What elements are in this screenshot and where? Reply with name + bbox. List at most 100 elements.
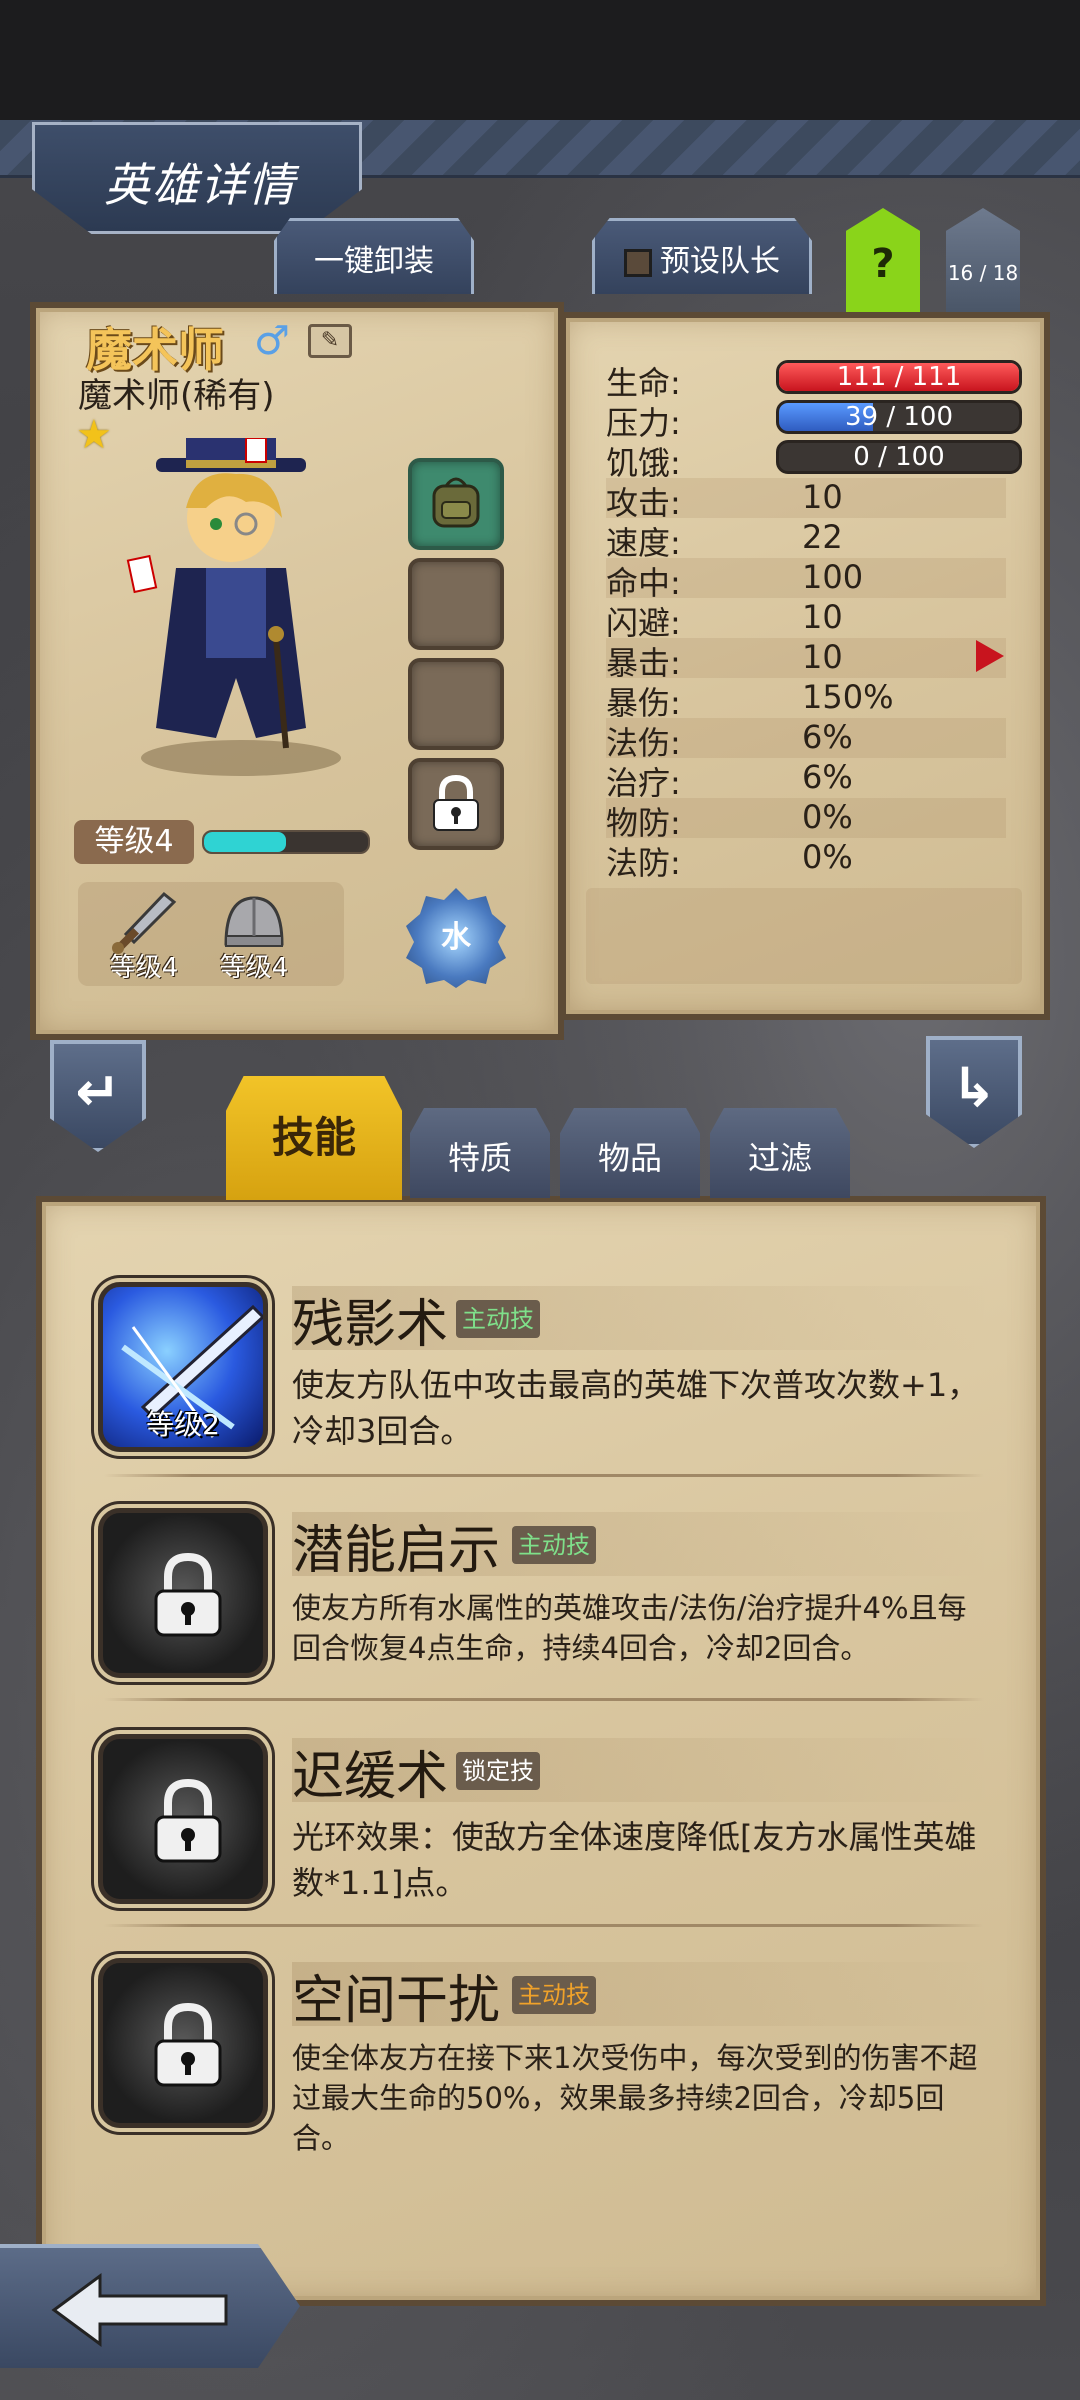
divider xyxy=(104,1698,984,1701)
tab-skills-label: 技能 xyxy=(271,1113,356,1162)
stat-row-hunger: 饥饿: 0 / 100 xyxy=(606,438,1022,482)
padlock-icon xyxy=(154,1552,222,1637)
water-element-icon: 水 xyxy=(406,888,506,988)
status-bar xyxy=(0,0,1080,120)
back-arrow-icon xyxy=(51,2273,228,2347)
stat-row-stress: 压力: 39 / 100 xyxy=(606,398,1022,442)
skill-description: 使友方队伍中攻击最高的英雄下次普攻次数+1，冷却3回合。 xyxy=(292,1366,980,1450)
stat-value: 22 xyxy=(802,518,843,556)
skill-type-badge: 锁定技 xyxy=(456,1752,540,1790)
equipment-slot-empty[interactable] xyxy=(408,658,504,750)
skill-description: 使友方所有水属性的英雄攻击/法伤/治疗提升4%且每回合恢复4点生命，持续4回合，… xyxy=(292,1591,967,1665)
tab-items-label: 物品 xyxy=(597,1139,662,1177)
equipment-slot-locked[interactable] xyxy=(408,758,504,850)
stat-row-healing: 治疗: 6% xyxy=(606,758,1006,802)
stat-row-speed: 速度: 22 xyxy=(606,518,1006,562)
title-plate: 英雄详情 xyxy=(32,122,362,234)
stats-footer-box xyxy=(586,888,1022,984)
space-interference-skill-icon[interactable] xyxy=(98,1958,268,2128)
xp-bar xyxy=(202,830,370,854)
tab-skills[interactable]: 技能 xyxy=(226,1076,402,1200)
stat-row-accuracy: 命中: 100 xyxy=(606,558,1006,602)
divider xyxy=(104,1924,984,1927)
stat-value: 0% xyxy=(802,798,853,836)
tab-traits-label: 特质 xyxy=(447,1139,512,1177)
page-title: 英雄详情 xyxy=(104,158,296,212)
padlock-icon xyxy=(412,762,500,846)
shadow-slash-skill-icon[interactable]: 等级2 xyxy=(98,1282,268,1452)
preset-leader-label: 预设队长 xyxy=(660,244,780,279)
arrow-right-icon: ↳ xyxy=(951,1056,997,1119)
male-icon: ♂ xyxy=(254,318,290,364)
tab-filter[interactable]: 过滤 xyxy=(710,1108,850,1198)
star-icon: ★ xyxy=(76,412,112,458)
weapon-level: 等级4 xyxy=(109,953,179,983)
backpack-slot[interactable] xyxy=(408,458,504,550)
skill-description: 使全体友方在接下来1次受伤中，每次受到的伤害不超过最大生命的50%，效果最多持续… xyxy=(292,2041,978,2155)
hero-count-label: 16 / 18 xyxy=(947,261,1019,285)
tab-filter-label: 过滤 xyxy=(747,1139,812,1177)
tab-traits[interactable]: 特质 xyxy=(410,1108,550,1198)
hp-value: 111 / 111 xyxy=(836,362,962,392)
backpack-icon xyxy=(412,462,500,546)
hero-level: 等级4 xyxy=(74,820,194,864)
stat-row-attack: 攻击: 10 xyxy=(606,478,1006,522)
stat-row-crit: 暴击: 10 xyxy=(606,638,1006,682)
stat-row-phys-def: 物防: 0% xyxy=(606,798,1006,842)
skill-name: 空间干扰 xyxy=(292,1971,501,2031)
stat-pointer-arrow-icon[interactable] xyxy=(976,640,1004,672)
stats-panel: 生命: 111 / 111 压力: 39 / 100 饥饿: 0 / 100 攻… xyxy=(560,312,1050,1020)
skill-name: 潜能启示 xyxy=(292,1521,501,1581)
arrow-left-icon: ↵ xyxy=(75,1060,121,1123)
stat-value: 10 xyxy=(802,478,843,516)
hunger-bar: 0 / 100 xyxy=(776,440,1022,474)
armor-slot[interactable]: 等级4 xyxy=(204,888,304,984)
hero-panel: 魔术师 ♂ ✎ 魔术师(稀有) ★ 等级4 等级4 等级4 水 xyxy=(30,302,564,1040)
padlock-icon xyxy=(154,1778,222,1863)
stat-row-magic-damage: 法伤: 6% xyxy=(606,718,1006,762)
stat-row-hp: 生命: 111 / 111 xyxy=(606,358,1022,402)
skill-description: 光环效果：使敌方全体速度降低[友方水属性英雄数*1.1]点。 xyxy=(292,1818,977,1902)
equipment-slot-empty[interactable] xyxy=(408,558,504,650)
help-label: ? xyxy=(871,241,895,287)
padlock-icon xyxy=(154,2002,222,2087)
stat-value: 10 xyxy=(802,638,843,676)
hero-portrait xyxy=(126,438,341,776)
skill-level: 等级2 xyxy=(146,1408,220,1441)
stat-value: 0% xyxy=(802,838,853,876)
stat-row-magic-def: 法防: 0% xyxy=(606,838,1006,882)
potential-skill-icon[interactable] xyxy=(98,1508,268,1678)
stat-row-crit-damage: 暴伤: 150% xyxy=(606,678,1006,722)
weapon-slot[interactable]: 等级4 xyxy=(94,888,194,984)
xp-bar-fill xyxy=(204,832,286,852)
skill-type-badge: 主动技 xyxy=(456,1300,540,1338)
skill-type-badge: 主动技 xyxy=(512,1976,596,2014)
back-button[interactable] xyxy=(0,2244,300,2368)
hp-bar: 111 / 111 xyxy=(776,360,1022,394)
slow-skill-icon[interactable] xyxy=(98,1734,268,1904)
hunger-value: 0 / 100 xyxy=(853,442,945,472)
skill-type-badge: 主动技 xyxy=(512,1526,596,1564)
stat-value: 150% xyxy=(802,678,894,716)
stat-value: 10 xyxy=(802,598,843,636)
skill-name: 迟缓术 xyxy=(292,1747,449,1807)
stat-value: 6% xyxy=(802,718,853,756)
unequip-all-label: 一键卸装 xyxy=(314,244,434,279)
stress-bar: 39 / 100 xyxy=(776,400,1022,434)
gear-box: 等级4 等级4 xyxy=(78,882,344,986)
tab-items[interactable]: 物品 xyxy=(560,1108,700,1198)
armor-level: 等级4 xyxy=(219,953,289,983)
divider xyxy=(104,1474,984,1477)
stat-label: 法防: xyxy=(606,844,681,882)
stat-value: 6% xyxy=(802,758,853,796)
preset-leader-toggle[interactable]: 预设队长 xyxy=(592,218,812,294)
skills-panel: 等级2 残影术 主动技 使友方队伍中攻击最高的英雄下次普攻次数+1，冷却3回合。… xyxy=(36,1196,1046,2306)
skill-name: 残影术 xyxy=(292,1295,449,1355)
unequip-all-button[interactable]: 一键卸装 xyxy=(274,218,474,294)
checkbox-icon[interactable] xyxy=(624,248,652,277)
stress-value: 39 / 100 xyxy=(845,402,953,432)
stat-row-dodge: 闪避: 10 xyxy=(606,598,1006,642)
hero-class-rarity: 魔术师(稀有) xyxy=(78,376,275,416)
edit-name-icon[interactable]: ✎ xyxy=(308,324,352,358)
stat-value: 100 xyxy=(802,558,864,596)
